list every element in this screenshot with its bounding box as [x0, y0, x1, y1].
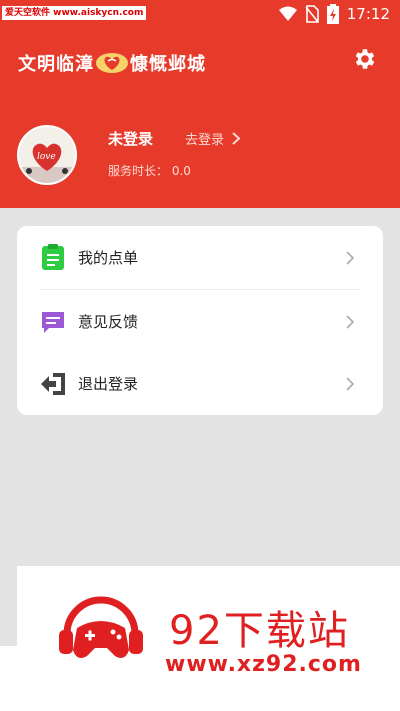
feedback-icon: [42, 312, 64, 333]
logout-icon: [41, 373, 65, 395]
watermark-brand: 92下载站: [169, 608, 350, 654]
no-sim-icon: [305, 5, 319, 23]
menu-item-logout[interactable]: 退出登录: [17, 352, 383, 415]
clock: 17:12: [346, 5, 390, 23]
love-heart-avatar-image: love: [19, 127, 75, 183]
menu-card: 我的点单 意见反馈 退出登录: [17, 226, 383, 415]
gear-icon[interactable]: [352, 46, 378, 72]
chevron-right-icon: [232, 132, 241, 145]
profile-header: 文明临漳 慷慨邺城 love 未登录 去登录 服务时长： 0.0: [0, 28, 400, 208]
avatar[interactable]: love: [17, 125, 77, 185]
site-watermark: 92下载站 www.xz92.com: [17, 566, 400, 711]
status-bar: 爱天空软件 www.aiskycn.com 17:12: [0, 0, 400, 28]
chevron-right-icon: [346, 314, 355, 329]
login-link[interactable]: 去登录: [185, 129, 241, 148]
chevron-right-icon: [346, 250, 355, 265]
app-title-left: 文明临漳: [18, 54, 94, 75]
menu-item-feedback[interactable]: 意见反馈: [17, 290, 383, 353]
service-time-label: 服务时长：: [108, 164, 169, 178]
menu-item-my-orders[interactable]: 我的点单: [17, 226, 383, 289]
bottom-strip: [0, 646, 17, 711]
user-name: 未登录: [108, 130, 154, 148]
app-title-right: 慷慨邺城: [130, 54, 206, 75]
status-icons: 17:12: [278, 4, 390, 24]
avatar-love-text: love: [37, 152, 56, 162]
battery-charging-icon: [326, 4, 339, 24]
wifi-icon: [278, 6, 297, 21]
gamepad-headphones-logo-icon: [59, 596, 143, 658]
app-title: 文明临漳 慷慨邺城: [18, 50, 206, 76]
menu-item-label: 我的点单: [78, 249, 139, 267]
watermark-url: www.xz92.com: [165, 652, 362, 677]
service-time-value: 0.0: [171, 164, 191, 178]
menu-item-label: 意见反馈: [78, 313, 139, 331]
login-label[interactable]: 去登录: [185, 129, 224, 148]
watermark-label: 爱天空软件 www.aiskycn.com: [2, 6, 147, 20]
menu-item-label: 退出登录: [78, 375, 139, 393]
chevron-right-icon: [346, 376, 355, 391]
clipboard-icon: [42, 244, 64, 270]
heart-logo-icon: [96, 53, 128, 73]
service-time: 服务时长： 0.0: [108, 162, 191, 179]
